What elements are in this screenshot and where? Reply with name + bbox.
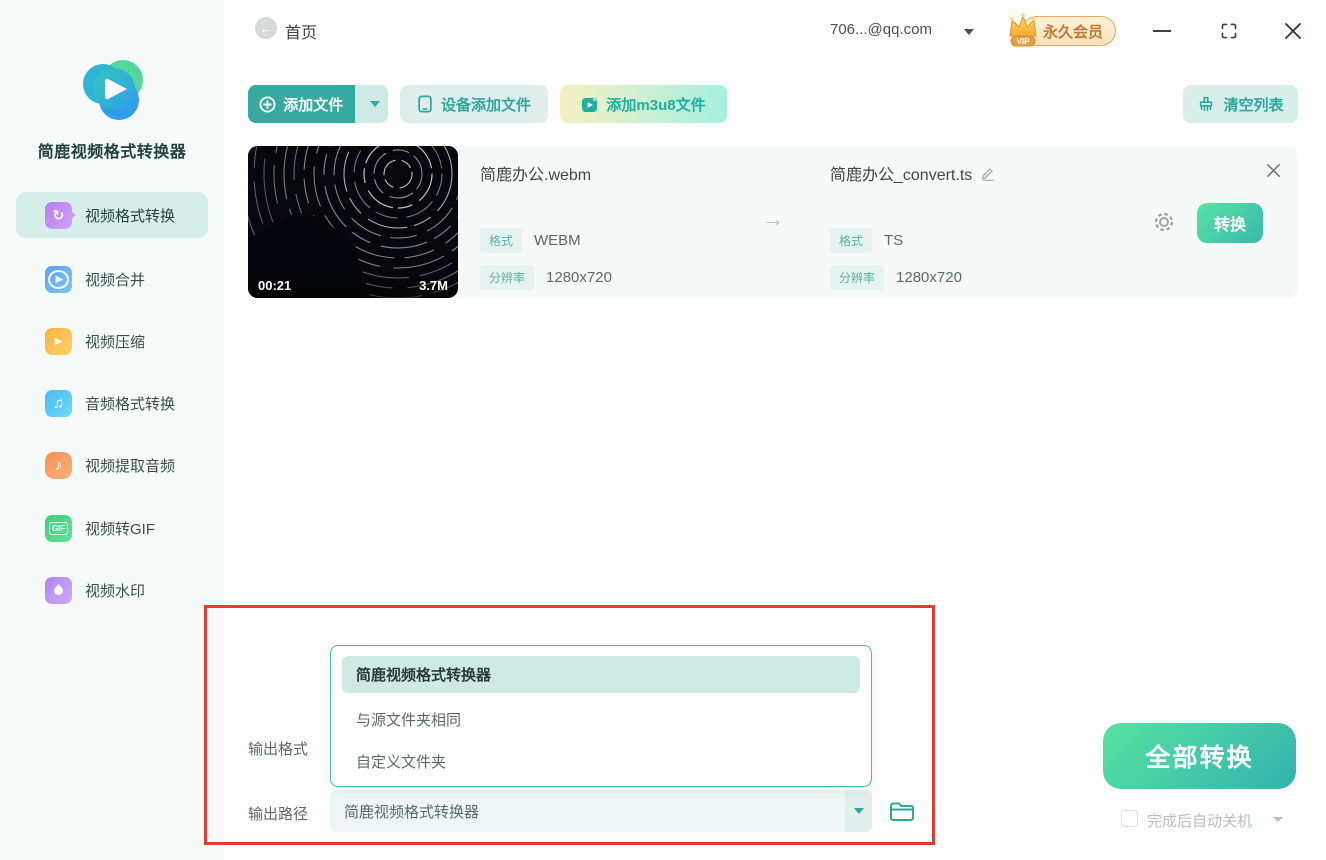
sidebar-item-label: 视频压缩 bbox=[85, 333, 146, 351]
close-window-button[interactable] bbox=[1280, 18, 1306, 44]
remove-file-button[interactable] bbox=[1262, 159, 1284, 181]
audio-convert-icon bbox=[45, 389, 72, 417]
sidebar-item-extract-audio[interactable]: 视频提取音频 bbox=[16, 442, 208, 488]
output-format-label: 输出格式 bbox=[248, 741, 309, 758]
target-filename: 简鹿办公_convert.ts bbox=[830, 167, 973, 184]
source-resolution-tag: 分辨率 bbox=[480, 265, 535, 290]
video-compress-icon bbox=[45, 327, 72, 355]
account-chevron-down-icon[interactable] bbox=[964, 29, 974, 35]
convert-button[interactable]: 转换 bbox=[1197, 203, 1263, 243]
folder-icon[interactable] bbox=[888, 797, 916, 825]
add-file-label: 添加文件 bbox=[283, 96, 344, 114]
pencil-icon[interactable] bbox=[980, 165, 996, 181]
dropdown-option-custom-folder[interactable]: 自定义文件夹 bbox=[356, 751, 446, 772]
video-duration: 00:21 bbox=[258, 278, 292, 293]
add-file-button[interactable]: 添加文件 bbox=[248, 85, 355, 123]
source-resolution-value: 1280x720 bbox=[546, 269, 612, 286]
video-file-icon bbox=[582, 96, 598, 112]
vip-crown-icon: VIP bbox=[1009, 13, 1037, 47]
vip-tag-text: VIP bbox=[1017, 37, 1031, 46]
dropdown-option-same-folder[interactable]: 与源文件夹相同 bbox=[356, 709, 461, 730]
app-title: 简鹿视频格式转换器 bbox=[37, 144, 187, 161]
output-path-label: 输出路径 bbox=[248, 806, 309, 823]
shutdown-checkbox[interactable] bbox=[1121, 810, 1138, 827]
add-m3u8-label: 添加m3u8文件 bbox=[606, 96, 706, 114]
source-format-tag: 格式 bbox=[480, 228, 523, 253]
vip-label: 永久会员 bbox=[1042, 23, 1103, 41]
arrow-right-icon: → bbox=[762, 206, 784, 231]
output-path-value: 简鹿视频格式转换器 bbox=[344, 803, 480, 821]
target-format-value: TS bbox=[884, 232, 904, 249]
sidebar-item-video-compress[interactable]: 视频压缩 bbox=[16, 318, 208, 364]
phone-icon bbox=[418, 95, 432, 113]
clear-list-label: 清空列表 bbox=[1223, 96, 1284, 114]
close-icon bbox=[1285, 23, 1301, 39]
maximize-button[interactable] bbox=[1216, 20, 1242, 42]
vip-badge[interactable]: 永久会员 VIP bbox=[1002, 10, 1118, 52]
sidebar-item-video-merge[interactable]: 视频合并 bbox=[16, 256, 208, 302]
breadcrumb-home: 首页 bbox=[285, 25, 318, 42]
add-m3u8-button[interactable]: 添加m3u8文件 bbox=[560, 85, 727, 123]
video-to-gif-icon bbox=[45, 514, 72, 542]
dropdown-option-selected[interactable]: 简鹿视频格式转换器 bbox=[342, 656, 860, 693]
extract-audio-icon bbox=[45, 451, 72, 479]
sidebar-item-label: 视频提取音频 bbox=[85, 457, 176, 475]
minimize-icon bbox=[1153, 30, 1171, 32]
sidebar-item-label: 视频格式转换 bbox=[85, 207, 176, 225]
gear-icon[interactable] bbox=[1151, 209, 1177, 235]
app-window: 简鹿视频格式转换器 视频格式转换 视频合并 视频压缩 音频格式转换 视频提取音频… bbox=[0, 0, 1326, 860]
plus-circle-icon bbox=[259, 95, 276, 113]
back-button[interactable]: ← bbox=[255, 17, 277, 39]
convert-all-label: 全部转换 bbox=[1145, 744, 1254, 772]
sidebar-item-label: 视频转GIF bbox=[85, 520, 155, 538]
source-format-value: WEBM bbox=[534, 232, 581, 249]
clear-list-button[interactable]: 清空列表 bbox=[1183, 85, 1298, 123]
video-thumbnail: 00:21 3.7M bbox=[248, 146, 458, 298]
sidebar-item-audio-convert[interactable]: 音频格式转换 bbox=[16, 380, 208, 426]
output-path-dropdown: 简鹿视频格式转换器 与源文件夹相同 自定义文件夹 bbox=[330, 645, 872, 787]
thumbnail-overlay: 00:21 3.7M bbox=[248, 273, 458, 298]
video-merge-icon bbox=[45, 265, 72, 293]
file-row: 00:21 3.7M 简鹿办公.webm 格式 WEBM 分辨率 1280x72… bbox=[248, 146, 1298, 298]
chevron-down-icon bbox=[853, 808, 864, 814]
video-size: 3.7M bbox=[419, 278, 448, 293]
convert-label: 转换 bbox=[1213, 217, 1246, 234]
sidebar-item-watermark[interactable]: 视频水印 bbox=[16, 567, 208, 613]
target-resolution-tag: 分辨率 bbox=[830, 265, 885, 290]
sidebar-item-label: 视频水印 bbox=[85, 582, 146, 600]
target-format-tag: 格式 bbox=[830, 228, 873, 253]
broom-icon bbox=[1200, 96, 1213, 112]
sidebar-item-video-convert[interactable]: 视频格式转换 bbox=[16, 192, 208, 238]
add-file-dropdown-button[interactable] bbox=[363, 85, 388, 123]
sidebar-item-label: 音频格式转换 bbox=[85, 395, 176, 413]
device-add-label: 设备添加文件 bbox=[440, 96, 531, 114]
video-convert-icon bbox=[45, 201, 76, 229]
add-file-button-group: 添加文件 bbox=[248, 85, 388, 123]
maximize-icon bbox=[1221, 23, 1237, 39]
shutdown-label: 完成后自动关机 bbox=[1147, 813, 1253, 830]
app-logo-icon bbox=[83, 60, 143, 120]
sidebar-item-video-to-gif[interactable]: 视频转GIF bbox=[16, 505, 208, 551]
target-resolution-value: 1280x720 bbox=[896, 269, 962, 286]
close-icon bbox=[1266, 163, 1280, 177]
shutdown-chevron-down-icon[interactable] bbox=[1273, 817, 1283, 822]
convert-all-button[interactable]: 全部转换 bbox=[1103, 723, 1296, 789]
device-add-file-button[interactable]: 设备添加文件 bbox=[400, 85, 548, 123]
sidebar-item-label: 视频合并 bbox=[85, 271, 146, 289]
watermark-icon bbox=[45, 576, 72, 604]
select-caret-button[interactable] bbox=[845, 790, 872, 832]
output-path-select[interactable]: 简鹿视频格式转换器 bbox=[330, 790, 872, 832]
chevron-down-icon bbox=[370, 101, 381, 107]
arrow-left-icon: ← bbox=[259, 20, 273, 36]
minimize-button[interactable] bbox=[1149, 20, 1175, 42]
sidebar: 简鹿视频格式转换器 视频格式转换 视频合并 视频压缩 音频格式转换 视频提取音频… bbox=[0, 0, 224, 860]
source-filename: 简鹿办公.webm bbox=[480, 167, 592, 184]
account-email[interactable]: 706...@qq.com bbox=[830, 21, 932, 38]
